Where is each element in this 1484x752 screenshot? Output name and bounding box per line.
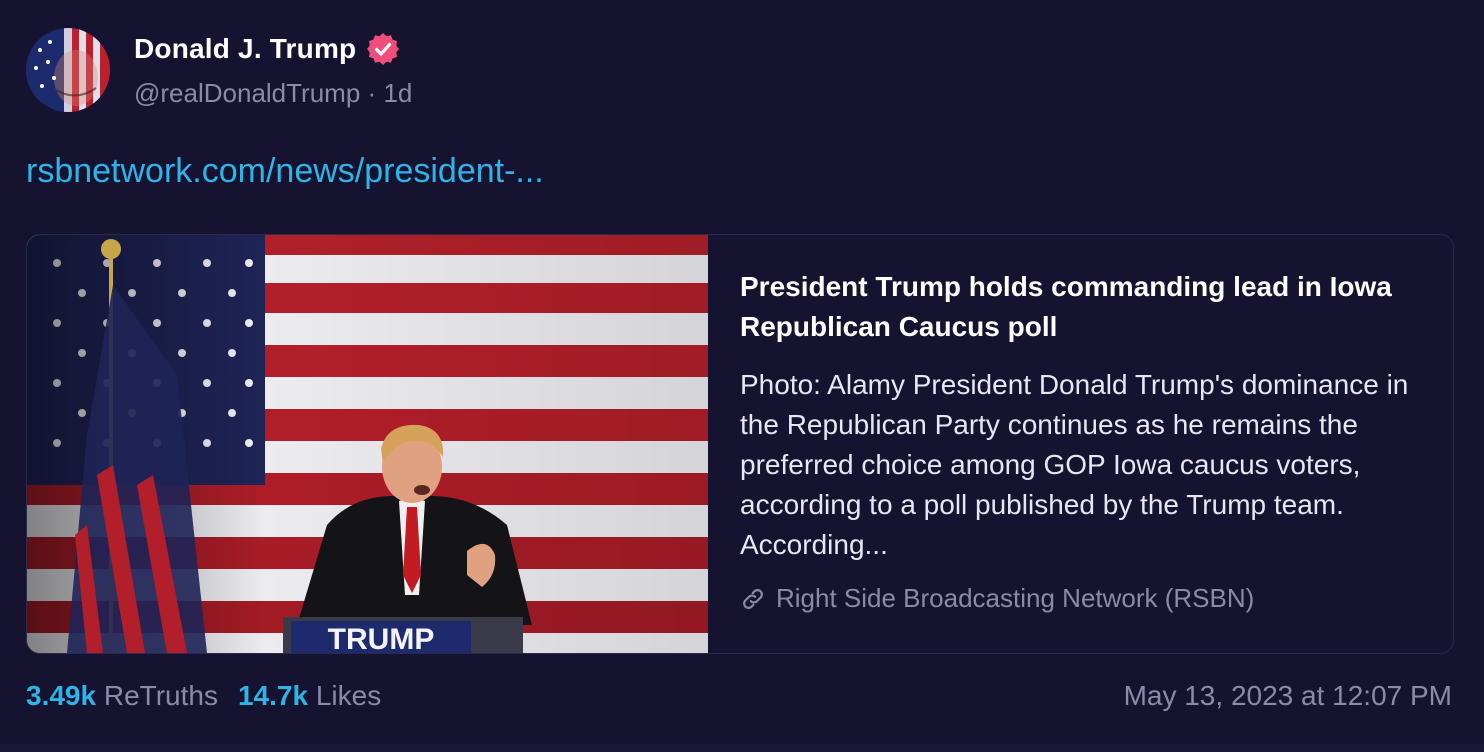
retruths-label: ReTruths: [103, 680, 218, 711]
likes-stat[interactable]: 14.7k Likes: [238, 680, 381, 711]
verified-badge-icon: [367, 33, 400, 65]
post-timestamp[interactable]: May 13, 2023 at 12:07 PM: [1124, 680, 1452, 712]
link-preview-card[interactable]: TRUMP President Trump holds commanding l…: [26, 234, 1454, 654]
link-icon: [743, 588, 763, 609]
likes-label: Likes: [315, 680, 382, 711]
author-handle-row: @realDonaldTrump · 1d: [134, 78, 412, 109]
separator-dot: ·: [367, 78, 377, 108]
card-photo: TRUMP: [27, 235, 708, 653]
author-display-name[interactable]: Donald J. Trump: [134, 32, 400, 66]
divider: [0, 744, 1484, 752]
truth-post: Donald J. Trump @realDonaldTrump · 1d rs…: [0, 0, 1484, 752]
post-link[interactable]: rsbnetwork.com/news/president-...: [26, 152, 544, 191]
card-source-text: Right Side Broadcasting Network (RSBN): [776, 583, 1255, 613]
card-image: TRUMP: [27, 235, 708, 653]
retruths-stat[interactable]: 3.49k ReTruths: [26, 680, 218, 711]
post-age[interactable]: 1d: [383, 78, 412, 108]
card-text: President Trump holds commanding lead in…: [740, 267, 1430, 614]
avatar-image: [26, 28, 110, 112]
card-description: Photo: Alamy President Donald Trump's do…: [740, 369, 1409, 560]
author-handle[interactable]: @realDonaldTrump: [134, 78, 360, 108]
card-title[interactable]: President Trump holds commanding lead in…: [740, 267, 1430, 347]
avatar[interactable]: [26, 28, 110, 112]
likes-count: 14.7k: [237, 680, 309, 711]
retruths-count: 3.49k: [26, 680, 97, 711]
post-stats: 3.49k ReTruths 14.7k Likes: [26, 680, 381, 712]
card-source[interactable]: Right Side Broadcasting Network (RSBN): [740, 583, 1430, 614]
podium-text: TRUMP: [328, 623, 435, 653]
display-name-text: Donald J. Trump: [134, 33, 357, 64]
